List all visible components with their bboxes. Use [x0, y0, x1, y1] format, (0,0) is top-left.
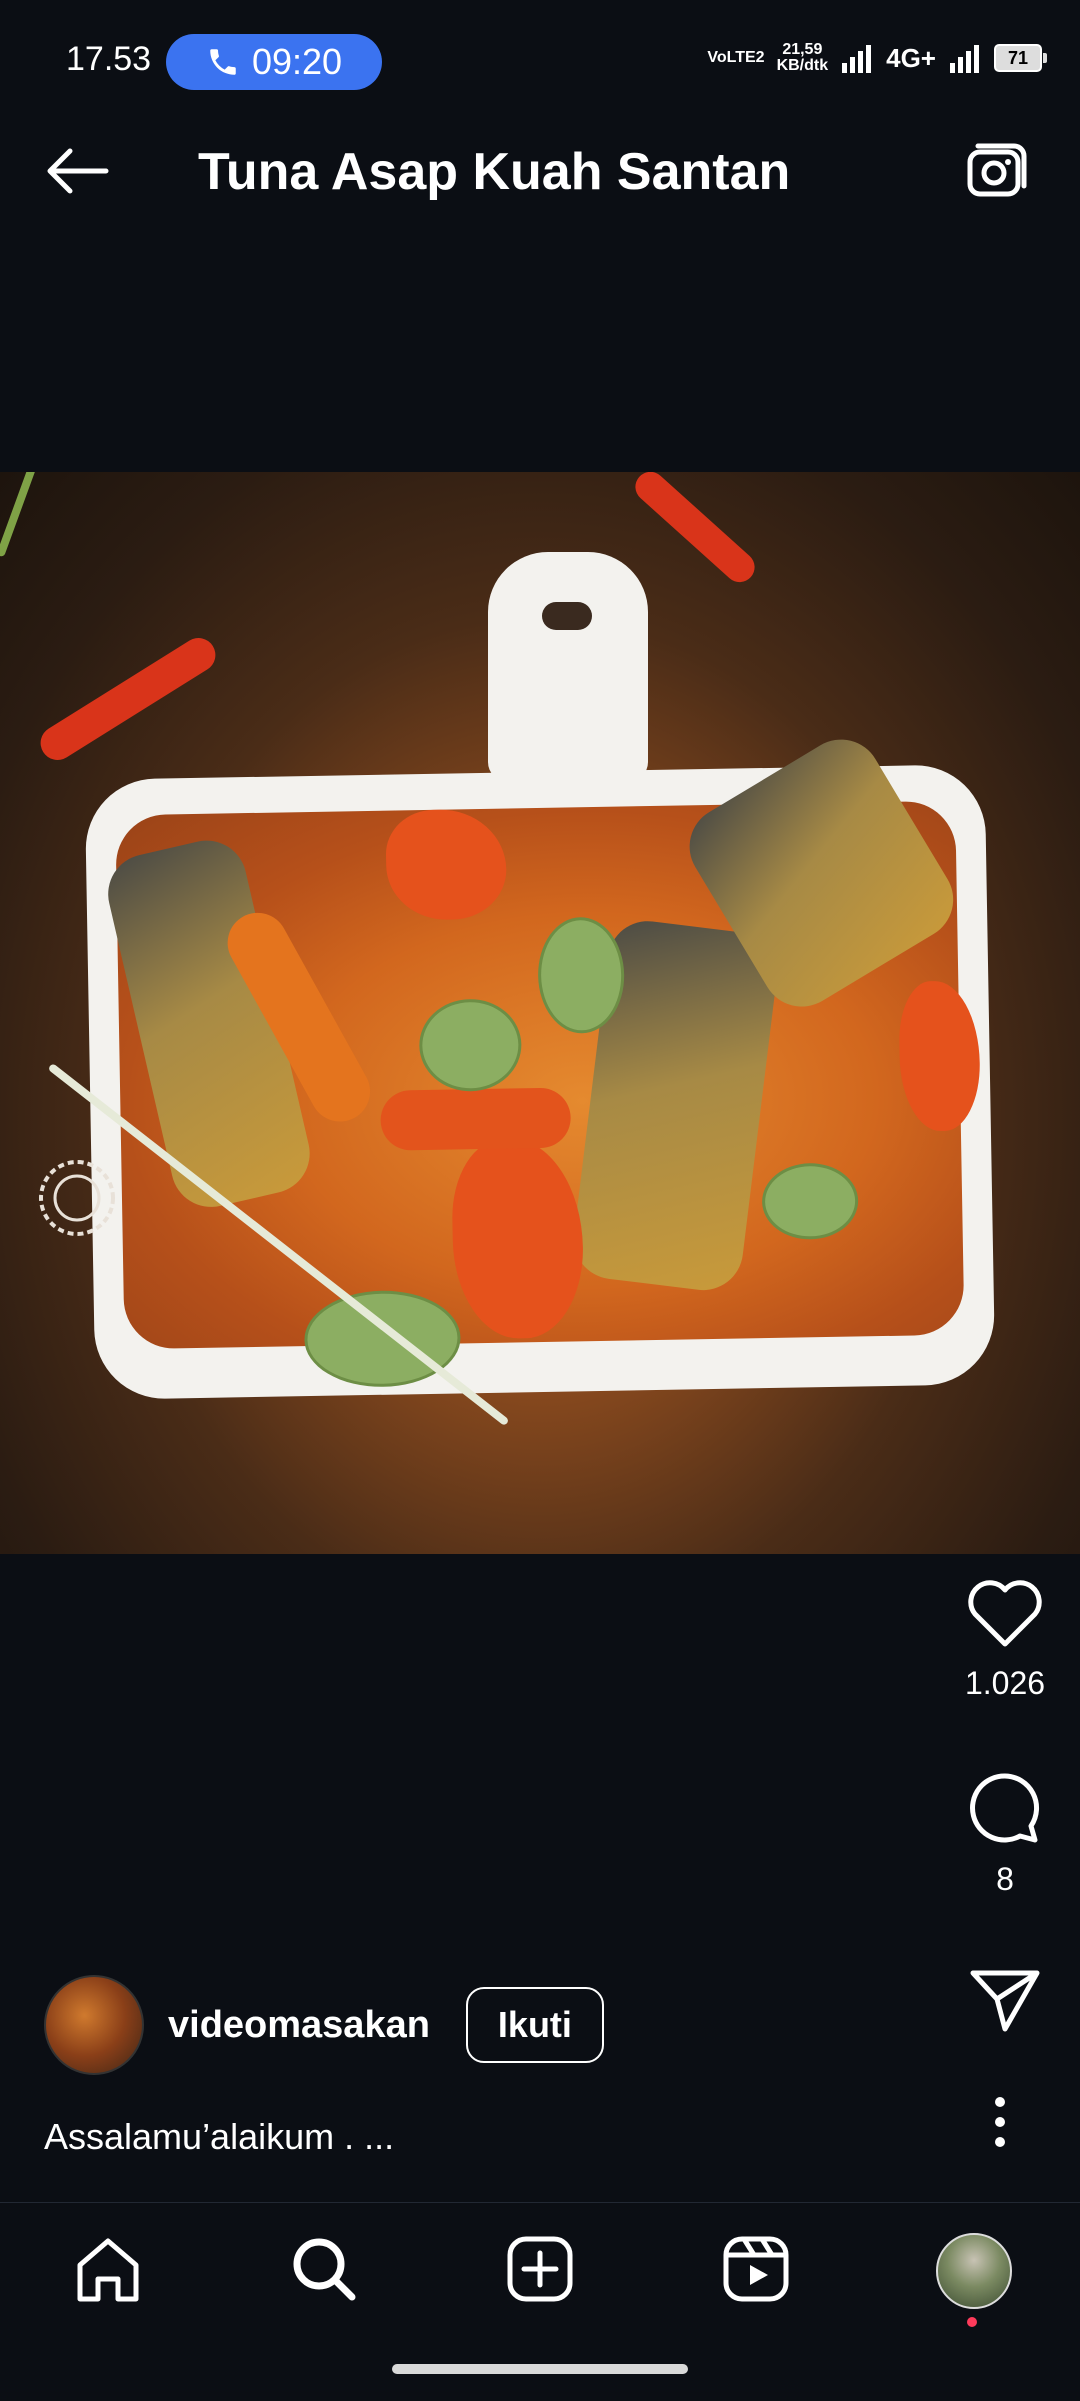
phone-icon	[210, 49, 236, 75]
battery-icon: 71	[994, 44, 1047, 72]
add-post-icon	[507, 2236, 573, 2302]
author-row: videomasakan Ikuti	[44, 1975, 604, 2075]
nav-search[interactable]	[284, 2229, 364, 2309]
signal-2-icon	[950, 45, 979, 73]
dish-handle	[488, 552, 648, 782]
nav-create[interactable]	[500, 2229, 580, 2309]
comment-icon	[970, 1773, 1040, 1843]
chili-decoration	[34, 631, 222, 767]
like-count[interactable]: 1.026	[930, 1665, 1080, 1702]
curry-sauce	[100, 724, 981, 1389]
ongoing-call-pill[interactable]: 09:20	[166, 34, 382, 90]
arrow-left-icon	[47, 148, 109, 194]
heart-icon	[968, 1580, 1042, 1647]
watermark-logo	[39, 1160, 115, 1236]
post-caption[interactable]: Assalamu’alaikum . ...	[44, 2116, 394, 2158]
camera-button[interactable]	[964, 140, 1028, 204]
status-icons: VoLTE2 21,59 KB/dtk 4G+ 71	[707, 42, 1047, 74]
gesture-home-indicator[interactable]	[392, 2364, 688, 2374]
like-action: 1.026	[930, 1580, 1080, 1702]
tomato-wedge	[898, 980, 981, 1132]
nav-home[interactable]	[68, 2229, 148, 2309]
handle-hole	[542, 602, 592, 630]
serving-dish	[84, 724, 996, 1400]
author-username[interactable]: videomasakan	[168, 2004, 430, 2047]
more-options-button[interactable]	[980, 2092, 1020, 2152]
data-speed: 21,59 KB/dtk	[777, 42, 829, 74]
back-button[interactable]	[42, 146, 112, 196]
signal-icon	[842, 45, 872, 73]
share-button[interactable]	[930, 1965, 1080, 2040]
more-vertical-icon	[995, 2097, 1005, 2147]
volte-indicator: VoLTE2	[707, 49, 765, 66]
scallion-garnish	[0, 472, 73, 558]
comment-button[interactable]	[930, 1770, 1080, 1851]
follow-button[interactable]: Ikuti	[465, 1987, 604, 2063]
nav-reels[interactable]	[716, 2229, 796, 2309]
share-action	[930, 1965, 1080, 2040]
like-button[interactable]	[930, 1580, 1080, 1655]
chili-decoration	[629, 472, 761, 589]
search-icon	[293, 2238, 356, 2301]
tomato-wedge	[385, 808, 508, 921]
home-icon	[77, 2238, 139, 2302]
petai-bean	[418, 998, 523, 1093]
page-title: Tuna Asap Kuah Santan	[198, 143, 791, 201]
data-speed-value: 21,59	[782, 41, 823, 58]
send-icon	[970, 1970, 1040, 2032]
nav-profile-avatar[interactable]	[936, 2233, 1012, 2309]
call-timer: 09:20	[251, 41, 343, 82]
author-avatar[interactable]	[44, 1975, 144, 2075]
reels-icon	[723, 2236, 789, 2302]
status-bar: 17.53 09:20 VoLTE2 21,59 KB/dtk 4G+ 71	[0, 0, 1080, 92]
tomato-wedge	[450, 1137, 585, 1340]
chili-piece	[380, 1087, 572, 1151]
petai-bean	[761, 1162, 859, 1241]
network-type: 4G+	[886, 43, 936, 73]
notification-dot	[967, 2317, 977, 2327]
top-header: Tuna Asap Kuah Santan	[0, 120, 1080, 220]
camera-icon	[967, 143, 1027, 197]
data-speed-unit: KB/dtk	[776, 57, 829, 74]
comment-action: 8	[930, 1770, 1080, 1898]
post-image[interactable]	[0, 472, 1080, 1554]
comment-count[interactable]: 8	[930, 1861, 1080, 1898]
status-time: 17.53	[66, 40, 152, 78]
